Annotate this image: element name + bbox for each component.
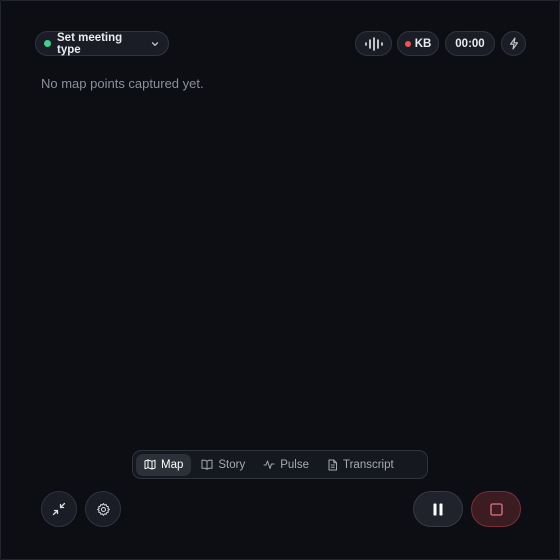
recorder-initials: KB [414, 37, 432, 50]
tab-pulse-label: Pulse [280, 458, 309, 471]
quick-action-button[interactable] [501, 31, 526, 56]
tab-transcript-label: Transcript [343, 458, 394, 471]
tab-map-label: Map [161, 458, 184, 471]
book-icon [201, 459, 213, 470]
meeting-type-dropdown[interactable]: Set meeting type [35, 31, 169, 56]
minimize-button[interactable] [41, 491, 77, 527]
settings-button[interactable] [85, 491, 121, 527]
recording-dot [404, 40, 411, 47]
pulse-icon [263, 459, 275, 470]
tab-map[interactable]: Map [136, 453, 192, 476]
pause-button[interactable] [413, 491, 463, 527]
audio-level-button[interactable] [355, 31, 392, 56]
gear-icon [96, 502, 111, 517]
pause-icon [432, 503, 444, 516]
stop-icon [489, 502, 503, 516]
view-tabs: Map Story Pulse Transcript [132, 450, 428, 479]
meeting-type-label: Set meeting type [57, 31, 123, 56]
timer-text: 00:00 [455, 37, 485, 50]
recording-timer: 00:00 [445, 31, 495, 56]
tab-story[interactable]: Story [193, 454, 253, 476]
map-icon [144, 459, 156, 470]
recorder-badge[interactable]: KB [397, 31, 439, 56]
status-dot [44, 40, 51, 47]
tab-story-label: Story [218, 458, 246, 471]
tab-transcript[interactable]: Transcript [319, 454, 402, 476]
lightning-icon [508, 37, 520, 50]
tab-pulse[interactable]: Pulse [255, 454, 317, 476]
chevron-down-icon [150, 39, 160, 49]
stop-button[interactable] [471, 491, 521, 527]
document-icon [327, 459, 338, 471]
empty-state-message: No map points captured yet. [41, 76, 204, 91]
minimize-icon [52, 502, 66, 516]
audio-wave-icon [364, 36, 384, 51]
